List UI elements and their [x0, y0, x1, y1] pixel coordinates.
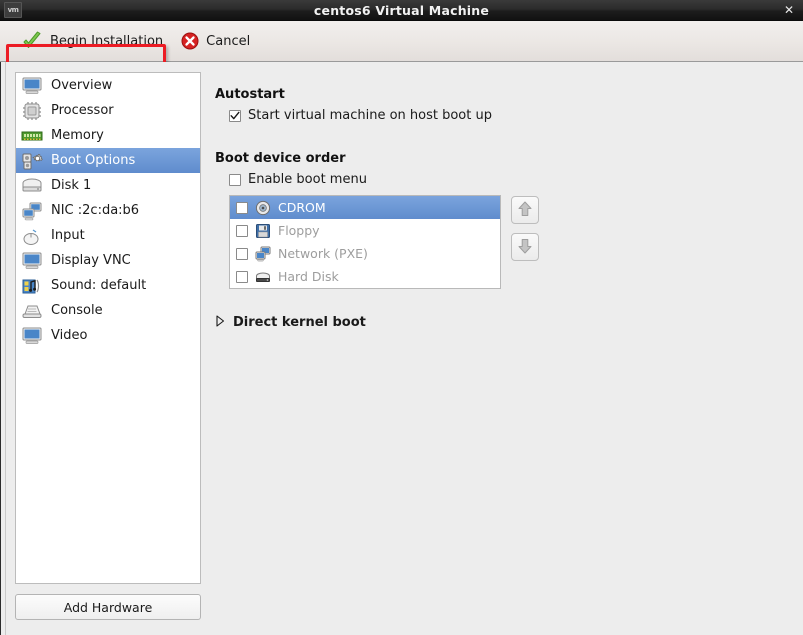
sidebar-item-label: Video — [51, 328, 88, 343]
direct-kernel-boot-label: Direct kernel boot — [233, 315, 366, 330]
dialog-body: Overview Processor Memory Boot Options D… — [0, 62, 803, 635]
boot-device-checkbox[interactable] — [236, 270, 248, 283]
boot-device-label: Network (PXE) — [278, 246, 368, 261]
main-toolbar: Begin Installation Cancel — [0, 21, 803, 82]
sidebar-item-sound[interactable]: Sound: default — [16, 273, 200, 298]
boot-device-row-hard-disk[interactable]: Hard Disk — [230, 265, 500, 288]
sidebar-item-input[interactable]: Input — [16, 223, 200, 248]
console-icon — [21, 301, 43, 321]
window-title: centos6 Virtual Machine — [313, 2, 490, 18]
sidebar-item-console[interactable]: Console — [16, 298, 200, 323]
cdrom-icon — [255, 200, 271, 216]
vm-icon: vm — [4, 2, 22, 18]
gears-icon — [21, 151, 43, 171]
boot-device-row-cdrom[interactable]: CDROM — [230, 196, 500, 219]
autostart-checkbox-label: Start virtual machine on host boot up — [248, 108, 492, 123]
boot-device-order-heading: Boot device order — [215, 151, 346, 166]
boot-device-row-network-pxe[interactable]: Network (PXE) — [230, 242, 500, 265]
enable-boot-menu-label: Enable boot menu — [248, 172, 367, 187]
sidebar-item-label: Input — [51, 228, 85, 243]
move-down-button[interactable] — [511, 233, 539, 261]
harddisk-icon — [21, 176, 43, 196]
boot-device-label: CDROM — [278, 200, 326, 215]
hardware-list[interactable]: Overview Processor Memory Boot Options D… — [15, 72, 201, 584]
enable-boot-menu-row[interactable]: Enable boot menu — [229, 172, 775, 187]
monitor-icon — [21, 326, 43, 346]
sound-icon — [21, 276, 43, 296]
boot-order-controls — [511, 195, 539, 261]
sidebar-item-video[interactable]: Video — [16, 323, 200, 348]
sidebar-item-label: Boot Options — [51, 153, 136, 168]
floppy-icon — [255, 223, 271, 239]
autostart-checkbox-row[interactable]: Start virtual machine on host boot up — [229, 108, 775, 123]
sidebar-item-label: NIC :2c:da:b6 — [51, 203, 140, 218]
network-icon — [21, 201, 43, 221]
red-x-icon — [181, 32, 199, 50]
begin-installation-button[interactable]: Begin Installation — [12, 24, 172, 58]
sidebar-item-disk-1[interactable]: Disk 1 — [16, 173, 200, 198]
window-inner-border-left — [5, 62, 6, 635]
sidebar-item-label: Processor — [51, 103, 114, 118]
boot-device-label: Floppy — [278, 223, 320, 238]
boot-device-label: Hard Disk — [278, 269, 339, 284]
autostart-checkbox[interactable] — [229, 109, 241, 122]
sidebar-item-label: Memory — [51, 128, 104, 143]
move-up-button[interactable] — [511, 196, 539, 224]
window-titlebar: vm centos6 Virtual Machine ✕ — [0, 0, 803, 21]
autostart-heading: Autostart — [215, 87, 285, 102]
boot-device-row-floppy[interactable]: Floppy — [230, 219, 500, 242]
triangle-right-icon — [215, 315, 225, 330]
sidebar-item-label: Display VNC — [51, 253, 131, 268]
sidebar-item-label: Console — [51, 303, 103, 318]
monitor-icon — [21, 76, 43, 96]
sidebar-item-display-vnc[interactable]: Display VNC — [16, 248, 200, 273]
mouse-icon — [21, 226, 43, 246]
cancel-toolbar-button[interactable]: Cancel — [172, 24, 259, 58]
close-icon[interactable]: ✕ — [782, 3, 796, 17]
sidebar-item-boot-options[interactable]: Boot Options — [16, 148, 200, 173]
sidebar-item-processor[interactable]: Processor — [16, 98, 200, 123]
arrow-down-icon — [516, 237, 534, 258]
sidebar-item-label: Disk 1 — [51, 178, 92, 193]
boot-device-checkbox[interactable] — [236, 247, 248, 260]
sidebar-item-nic[interactable]: NIC :2c:da:b6 — [16, 198, 200, 223]
cancel-toolbar-label: Cancel — [206, 33, 251, 49]
add-hardware-label: Add Hardware — [63, 599, 153, 615]
boot-options-panel: Autostart Start virtual machine on host … — [215, 87, 775, 330]
sidebar-item-label: Sound: default — [51, 278, 147, 293]
green-check-icon — [21, 30, 43, 52]
harddisk-icon — [255, 269, 271, 285]
monitor-icon — [21, 251, 43, 271]
sidebar-item-overview[interactable]: Overview — [16, 73, 200, 98]
cpu-icon — [21, 101, 43, 121]
sidebar-item-label: Overview — [51, 78, 113, 93]
boot-device-list[interactable]: CDROM Floppy Network (PXE) Hard Disk — [229, 195, 501, 289]
arrow-up-icon — [516, 200, 534, 221]
boot-device-checkbox[interactable] — [236, 201, 248, 214]
begin-installation-label: Begin Installation — [50, 33, 164, 49]
network-icon — [255, 246, 271, 262]
virt-manager-window: vm centos6 Virtual Machine ✕ Begin Insta… — [0, 0, 803, 635]
direct-kernel-boot-expander[interactable]: Direct kernel boot — [215, 315, 775, 330]
boot-device-section: CDROM Floppy Network (PXE) Hard Disk — [229, 195, 775, 289]
enable-boot-menu-checkbox[interactable] — [229, 173, 241, 186]
sidebar-item-memory[interactable]: Memory — [16, 123, 200, 148]
vm-icon-label: vm — [7, 6, 19, 14]
add-hardware-button[interactable]: Add Hardware — [15, 594, 201, 620]
window-border-left — [0, 62, 1, 635]
boot-device-checkbox[interactable] — [236, 224, 248, 237]
ram-icon — [21, 126, 43, 146]
